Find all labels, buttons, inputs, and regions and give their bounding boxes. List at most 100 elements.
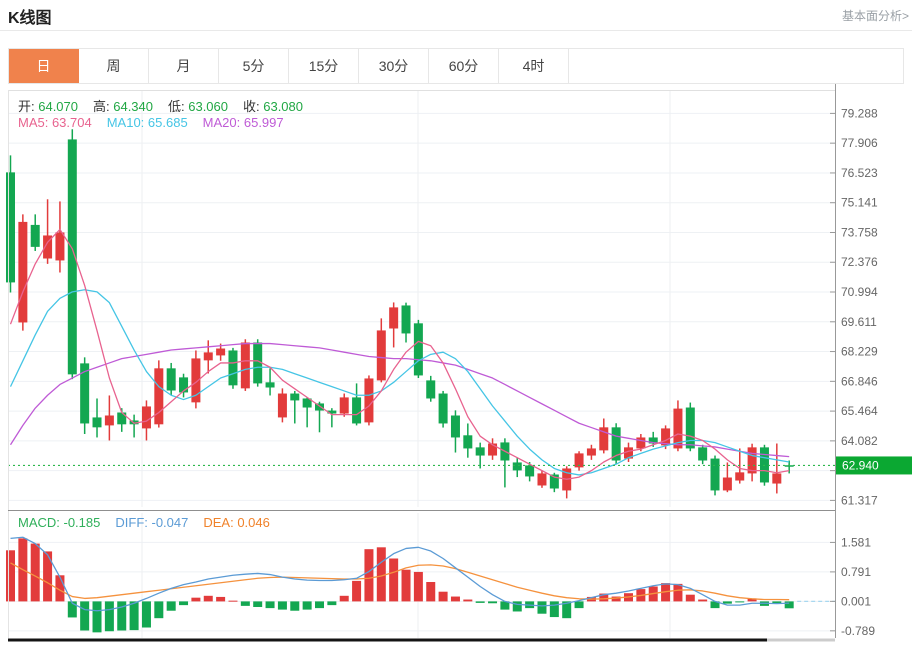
axis-tick-label: 0.001 — [841, 594, 871, 608]
macd-bar — [389, 559, 398, 602]
macd-bar — [290, 601, 299, 610]
axis-tick-label: 77.906 — [841, 136, 878, 150]
axis-tick-label: 65.464 — [841, 404, 878, 418]
axis-tick-label: 73.758 — [841, 225, 878, 239]
candle-body — [389, 307, 398, 328]
candle-body — [340, 397, 349, 413]
candle-body — [6, 172, 15, 282]
candle-body — [142, 406, 151, 428]
macd-bar — [31, 544, 40, 602]
macd-bar — [698, 600, 707, 602]
ma10-line — [11, 290, 790, 475]
candle-body — [290, 394, 299, 401]
macd-bar — [673, 584, 682, 602]
macd-bar — [154, 601, 163, 618]
macd-bar — [6, 550, 15, 601]
candle-body — [451, 415, 460, 437]
macd-bar — [451, 597, 460, 602]
candle-body — [525, 465, 534, 476]
macd-bar — [278, 601, 287, 609]
candle-body — [463, 435, 472, 448]
candle-body — [154, 368, 163, 424]
candle-body — [772, 473, 781, 483]
axis-tick-label: 72.376 — [841, 255, 878, 269]
macd-bar — [303, 601, 312, 609]
candle-body — [216, 349, 225, 356]
candle-body — [686, 408, 695, 449]
macd-bar — [785, 601, 794, 608]
candle-body — [352, 397, 361, 423]
macd-bar — [253, 601, 262, 607]
macd-bar — [340, 596, 349, 602]
candle-body — [426, 380, 435, 398]
candle-body — [476, 447, 485, 455]
candle-body — [204, 352, 213, 360]
macd-bar — [327, 601, 336, 605]
macd-bar — [537, 601, 546, 613]
macd-bar — [735, 601, 744, 602]
macd-bar — [463, 600, 472, 602]
axis-tick-label: 66.846 — [841, 374, 878, 388]
candle-body — [636, 437, 645, 448]
candle-body — [537, 473, 546, 485]
macd-bar — [142, 601, 151, 627]
macd-bar — [130, 601, 139, 630]
macd-bar — [80, 601, 89, 630]
diff-line — [11, 537, 790, 610]
candle-body — [228, 350, 237, 385]
candle-body — [513, 462, 522, 470]
candle-body — [167, 368, 176, 390]
macd-bar — [93, 601, 102, 632]
dea-line — [11, 563, 790, 600]
candle-body — [105, 415, 114, 425]
candle-body — [117, 412, 126, 424]
candle-body — [723, 478, 732, 491]
macd-bar — [575, 601, 584, 608]
macd-bar — [686, 595, 695, 602]
candle-body — [80, 363, 89, 423]
macd-bar — [43, 551, 52, 601]
candle-body — [278, 394, 287, 418]
candle-body — [31, 225, 40, 247]
ma5-line — [11, 229, 790, 479]
candle-body — [364, 378, 373, 422]
axis-tick-label: 64.082 — [841, 434, 878, 448]
macd-bar — [550, 601, 559, 617]
current-price-badge-label: 62.940 — [842, 458, 879, 472]
macd-bar — [476, 601, 485, 602]
macd-bar — [352, 581, 361, 602]
axis-tick-label: 0.791 — [841, 565, 871, 579]
macd-bar — [266, 601, 275, 608]
candle-body — [377, 330, 386, 380]
kline-chart-canvas: 79.288 77.906 76.523 75.141 73.758 72.376 70.9… — [0, 0, 912, 646]
macd-bar — [179, 601, 188, 605]
axis-tick-label: 79.288 — [841, 106, 878, 120]
macd-bar — [414, 572, 423, 601]
macd-bar — [402, 570, 411, 602]
candle-body — [587, 448, 596, 455]
macd-bar — [216, 597, 225, 601]
axis-tick-label: -0.789 — [841, 624, 875, 638]
macd-bar — [364, 549, 373, 601]
macd-bar — [488, 601, 497, 603]
axis-tick-label: 76.523 — [841, 166, 878, 180]
candle-body — [402, 305, 411, 333]
axis-tick-label: 1.581 — [841, 535, 871, 549]
candle-body — [414, 323, 423, 375]
candle-body — [266, 382, 275, 387]
macd-bar — [439, 592, 448, 602]
macd-bar — [513, 601, 522, 611]
macd-bar — [723, 601, 732, 603]
candle-body — [241, 342, 250, 388]
candle-body — [735, 472, 744, 480]
candle-body — [93, 417, 102, 427]
axis-tick-label: 75.141 — [841, 196, 878, 210]
macd-bar — [191, 598, 200, 602]
axis-tick-label: 70.994 — [841, 285, 878, 299]
macd-bar — [228, 601, 237, 602]
axis-tick-label: 61.317 — [841, 493, 878, 507]
axis-tick-label: 69.611 — [841, 315, 877, 329]
macd-bar — [204, 596, 213, 602]
axis-tick-label: 68.229 — [841, 345, 878, 359]
candle-body — [18, 222, 27, 323]
